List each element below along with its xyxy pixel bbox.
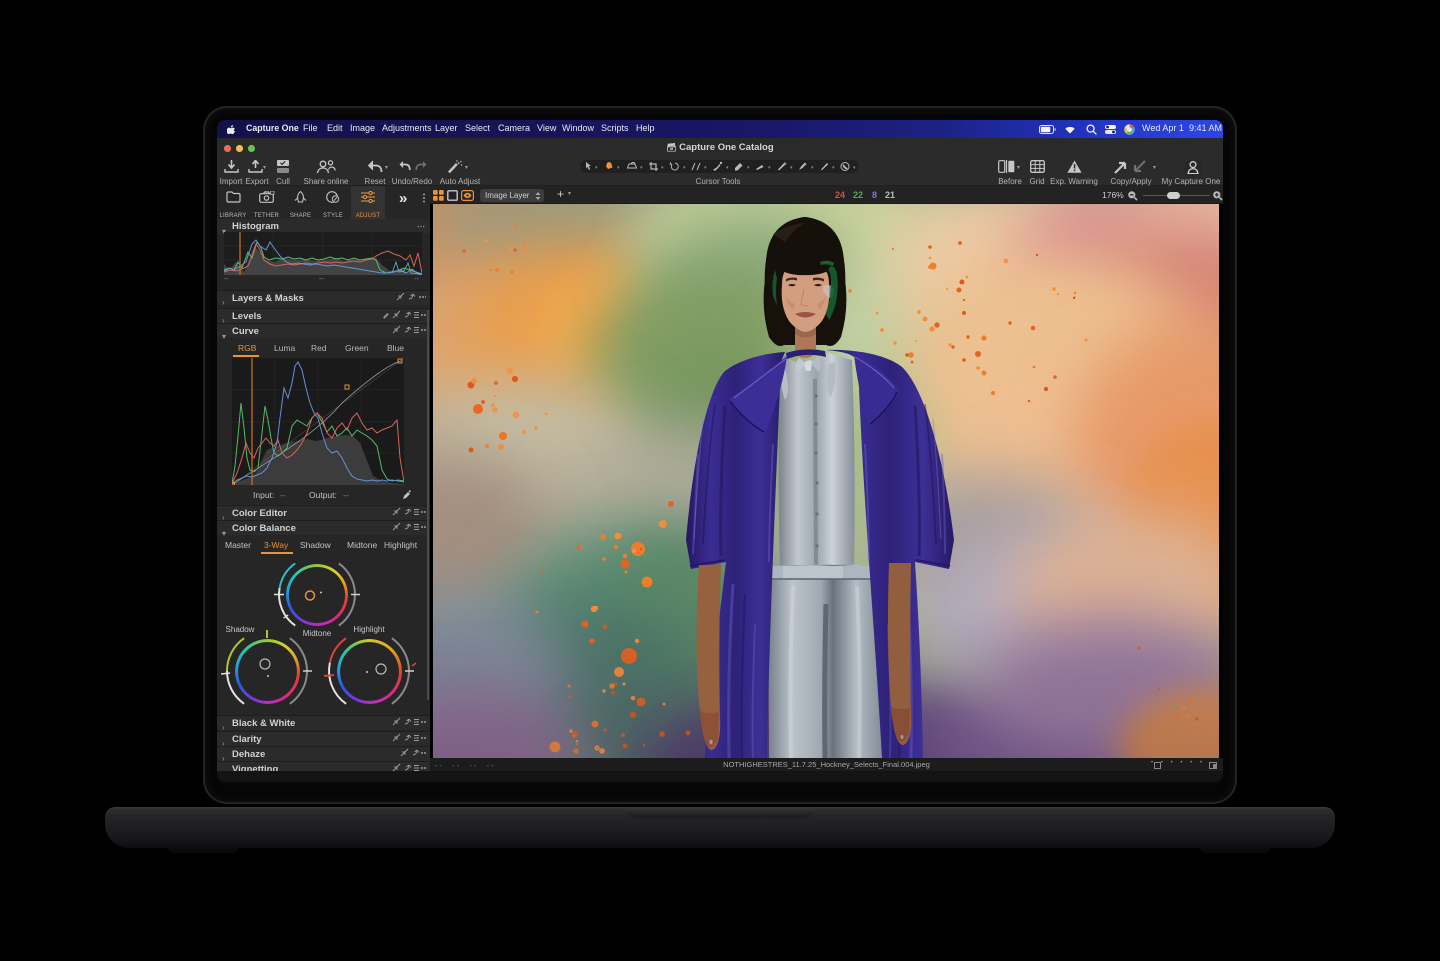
svg-text:▾: ▾ — [595, 165, 598, 171]
svg-text:▾: ▾ — [683, 165, 686, 171]
svg-text:▾: ▾ — [726, 165, 729, 171]
svg-text:▾: ▾ — [790, 165, 793, 171]
svg-text:▾: ▾ — [768, 165, 771, 171]
svg-text:▾: ▾ — [704, 165, 707, 171]
svg-text:▾: ▾ — [747, 165, 750, 171]
svg-text:▾: ▾ — [640, 165, 643, 171]
svg-text:▾: ▾ — [832, 165, 835, 171]
svg-text:▾: ▾ — [811, 165, 814, 171]
svg-text:▾: ▾ — [661, 165, 664, 171]
svg-text:▾: ▾ — [853, 165, 856, 171]
svg-text:▾: ▾ — [617, 165, 620, 171]
